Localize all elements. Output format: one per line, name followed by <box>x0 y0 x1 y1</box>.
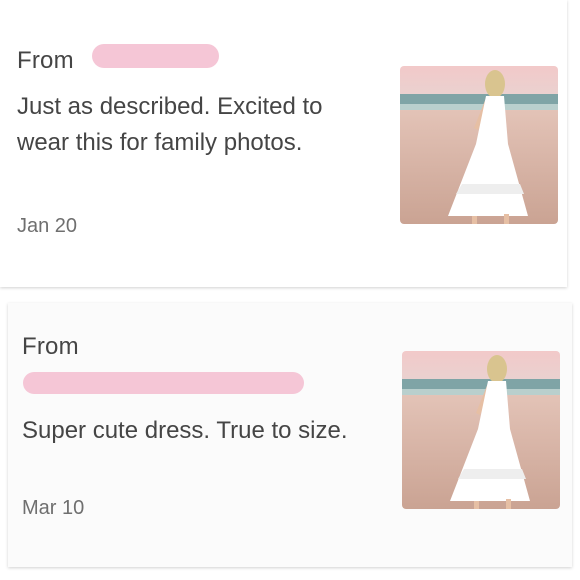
review-card: From Just as described. Excited to wear … <box>0 0 567 287</box>
redacted-username <box>92 44 219 68</box>
review-author-label: From <box>22 333 79 360</box>
review-date: Mar 10 <box>22 497 85 519</box>
review-card: From Super cute dress. True to size. Mar… <box>8 303 572 567</box>
review-text: Super cute dress. True to size. <box>22 417 348 444</box>
review-photo[interactable] <box>400 66 558 224</box>
review-text: Just as described. Excited to wear this … <box>17 93 323 156</box>
redacted-username <box>23 372 304 394</box>
review-photo[interactable] <box>402 351 560 509</box>
review-date: Jan 20 <box>17 215 78 237</box>
review-author-label: From <box>17 47 74 74</box>
